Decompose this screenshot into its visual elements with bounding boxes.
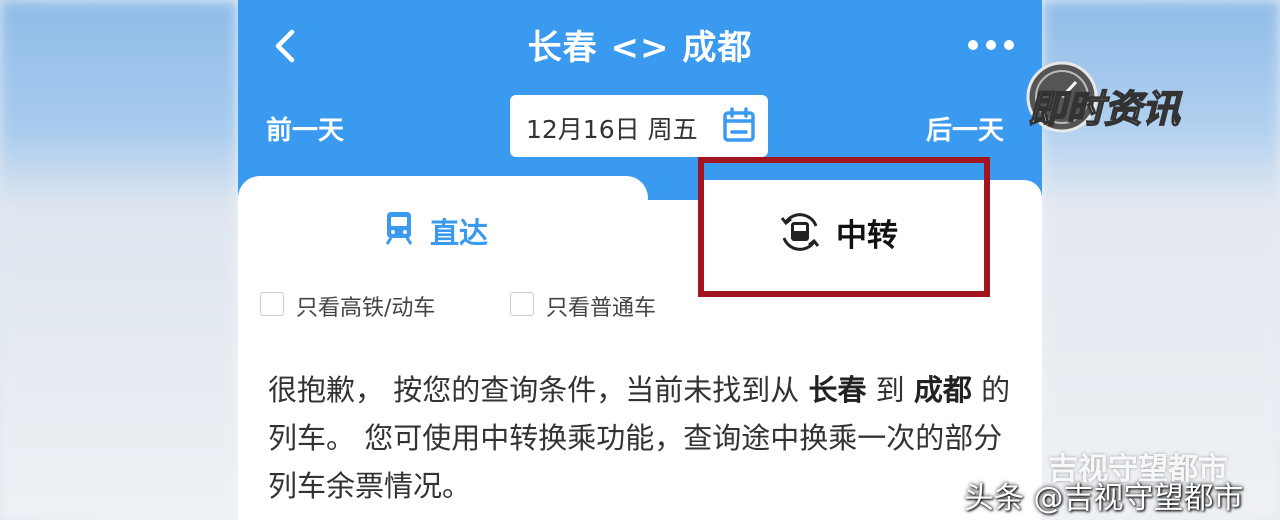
route-title: 长春 <> 成都 (527, 28, 753, 68)
highlight-box (698, 157, 990, 297)
message-mid: 到 (866, 373, 914, 407)
train-icon (385, 212, 413, 245)
footer-credit: 头条 @吉视守望都市 (964, 481, 1244, 516)
news-logo: 即时资讯 (1026, 61, 1184, 133)
blurred-background-left (0, 0, 238, 520)
calendar-icon (723, 107, 755, 142)
date-value: 12月16日 周五 (526, 115, 698, 144)
phone-screen: 长春 <> 成都 前一天 12月16日 周五 后一天 直达 中转 只看高铁/动车… (238, 0, 1042, 520)
tab-direct[interactable]: 直达 (238, 176, 648, 280)
tab-direct-label: 直达 (430, 216, 489, 250)
date-picker[interactable]: 12月16日 周五 (510, 95, 768, 157)
message-part1: 很抱歉， 按您的查询条件，当前未找到从 (268, 373, 809, 407)
message-from: 长春 (808, 373, 867, 407)
high-speed-filter-label: 只看高铁/动车 (296, 296, 436, 321)
no-result-message: 很抱歉， 按您的查询条件，当前未找到从 长春 到 成都 的列车。 您可使用中转换… (268, 366, 1018, 510)
more-icon[interactable] (966, 38, 1016, 52)
high-speed-checkbox[interactable] (260, 292, 284, 316)
svg-text:即时资讯: 即时资讯 (1028, 87, 1183, 131)
regular-train-checkbox[interactable] (510, 292, 534, 316)
regular-filter-label: 只看普通车 (546, 296, 657, 321)
next-day-button[interactable]: 后一天 (926, 110, 1004, 147)
prev-day-button[interactable]: 前一天 (266, 110, 344, 147)
message-to: 成都 (913, 373, 972, 407)
